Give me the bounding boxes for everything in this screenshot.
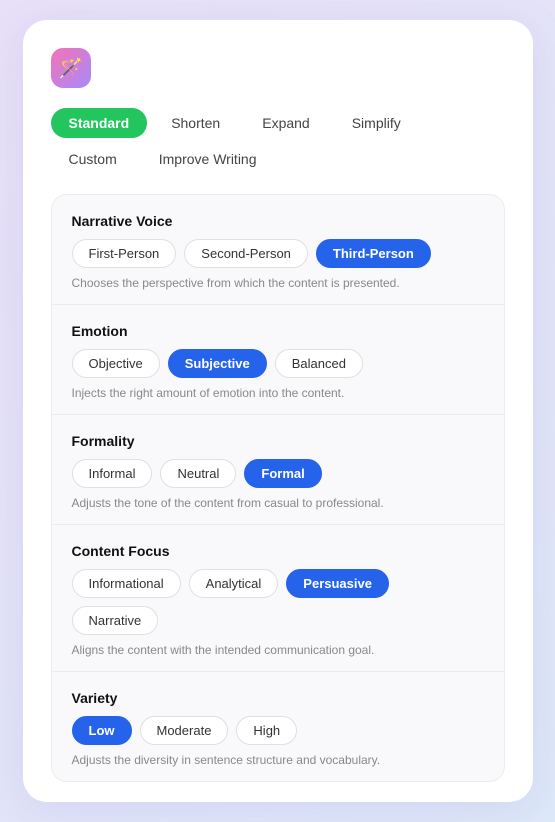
option-emotion-objective[interactable]: Objective: [72, 349, 160, 378]
set-goals-card: 🪄 StandardShortenExpandSimplify CustomImp…: [23, 20, 533, 802]
option-narrative-voice-second-person[interactable]: Second-Person: [184, 239, 308, 268]
option-group-content-focus: Informational AnalyticalPersuasive Narrati…: [72, 569, 484, 635]
option-emotion-subjective[interactable]: Subjective: [168, 349, 267, 378]
option-variety-high[interactable]: High: [236, 716, 297, 745]
option-group-narrative-voice: First-PersonSecond-Person Third-Person: [72, 239, 484, 268]
option-group-variety: Low ModerateHigh: [72, 716, 484, 745]
option-formality-informal[interactable]: Informal: [72, 459, 153, 488]
tab-expand[interactable]: Expand: [244, 108, 327, 138]
setting-desc-narrative-voice: Chooses the perspective from which the c…: [72, 276, 484, 290]
wand-icon: 🪄: [58, 56, 83, 81]
option-formality-formal[interactable]: Formal: [244, 459, 321, 488]
option-emotion-balanced[interactable]: Balanced: [275, 349, 363, 378]
tab-shorten[interactable]: Shorten: [153, 108, 238, 138]
tab-improve-writing[interactable]: Improve Writing: [141, 144, 275, 174]
option-narrative-voice-third-person[interactable]: Third-Person: [316, 239, 431, 268]
setting-label-variety: Variety: [72, 690, 484, 706]
option-variety-moderate[interactable]: Moderate: [140, 716, 229, 745]
tab-simplify[interactable]: Simplify: [334, 108, 419, 138]
setting-label-narrative-voice: Narrative Voice: [72, 213, 484, 229]
setting-desc-content-focus: Aligns the content with the intended com…: [72, 643, 484, 657]
setting-row-narrative-voice: Narrative Voice First-PersonSecond-Person…: [52, 195, 504, 305]
setting-desc-emotion: Injects the right amount of emotion into…: [72, 386, 484, 400]
setting-row-content-focus: Content Focus Informational AnalyticalPers…: [52, 525, 504, 672]
setting-row-formality: Formality InformalNeutral Formal Adjusts th…: [52, 415, 504, 525]
option-content-focus-narrative[interactable]: Narrative: [72, 606, 159, 635]
tabs-bar: StandardShortenExpandSimplify CustomImpro…: [51, 108, 505, 174]
option-formality-neutral[interactable]: Neutral: [160, 459, 236, 488]
setting-row-variety: Variety Low ModerateHigh Adjusts the divers…: [52, 672, 504, 781]
tab-standard[interactable]: Standard: [51, 108, 148, 138]
setting-label-formality: Formality: [72, 433, 484, 449]
setting-desc-formality: Adjusts the tone of the content from cas…: [72, 496, 484, 510]
option-group-formality: InformalNeutral Formal: [72, 459, 484, 488]
option-content-focus-persuasive[interactable]: Persuasive: [286, 569, 389, 598]
option-content-focus-informational[interactable]: Informational: [72, 569, 181, 598]
option-group-emotion: Objective Subjective Balanced: [72, 349, 484, 378]
option-narrative-voice-first-person[interactable]: First-Person: [72, 239, 177, 268]
header-icon: 🪄: [51, 48, 91, 88]
setting-row-emotion: Emotion Objective Subjective Balanced Inject…: [52, 305, 504, 415]
option-variety-low[interactable]: Low: [72, 716, 132, 745]
setting-label-emotion: Emotion: [72, 323, 484, 339]
header: 🪄: [51, 48, 505, 88]
setting-desc-variety: Adjusts the diversity in sentence struct…: [72, 753, 484, 767]
setting-label-content-focus: Content Focus: [72, 543, 484, 559]
tab-custom[interactable]: Custom: [51, 144, 135, 174]
option-content-focus-analytical[interactable]: Analytical: [189, 569, 279, 598]
settings-panel: Narrative Voice First-PersonSecond-Person…: [51, 194, 505, 782]
